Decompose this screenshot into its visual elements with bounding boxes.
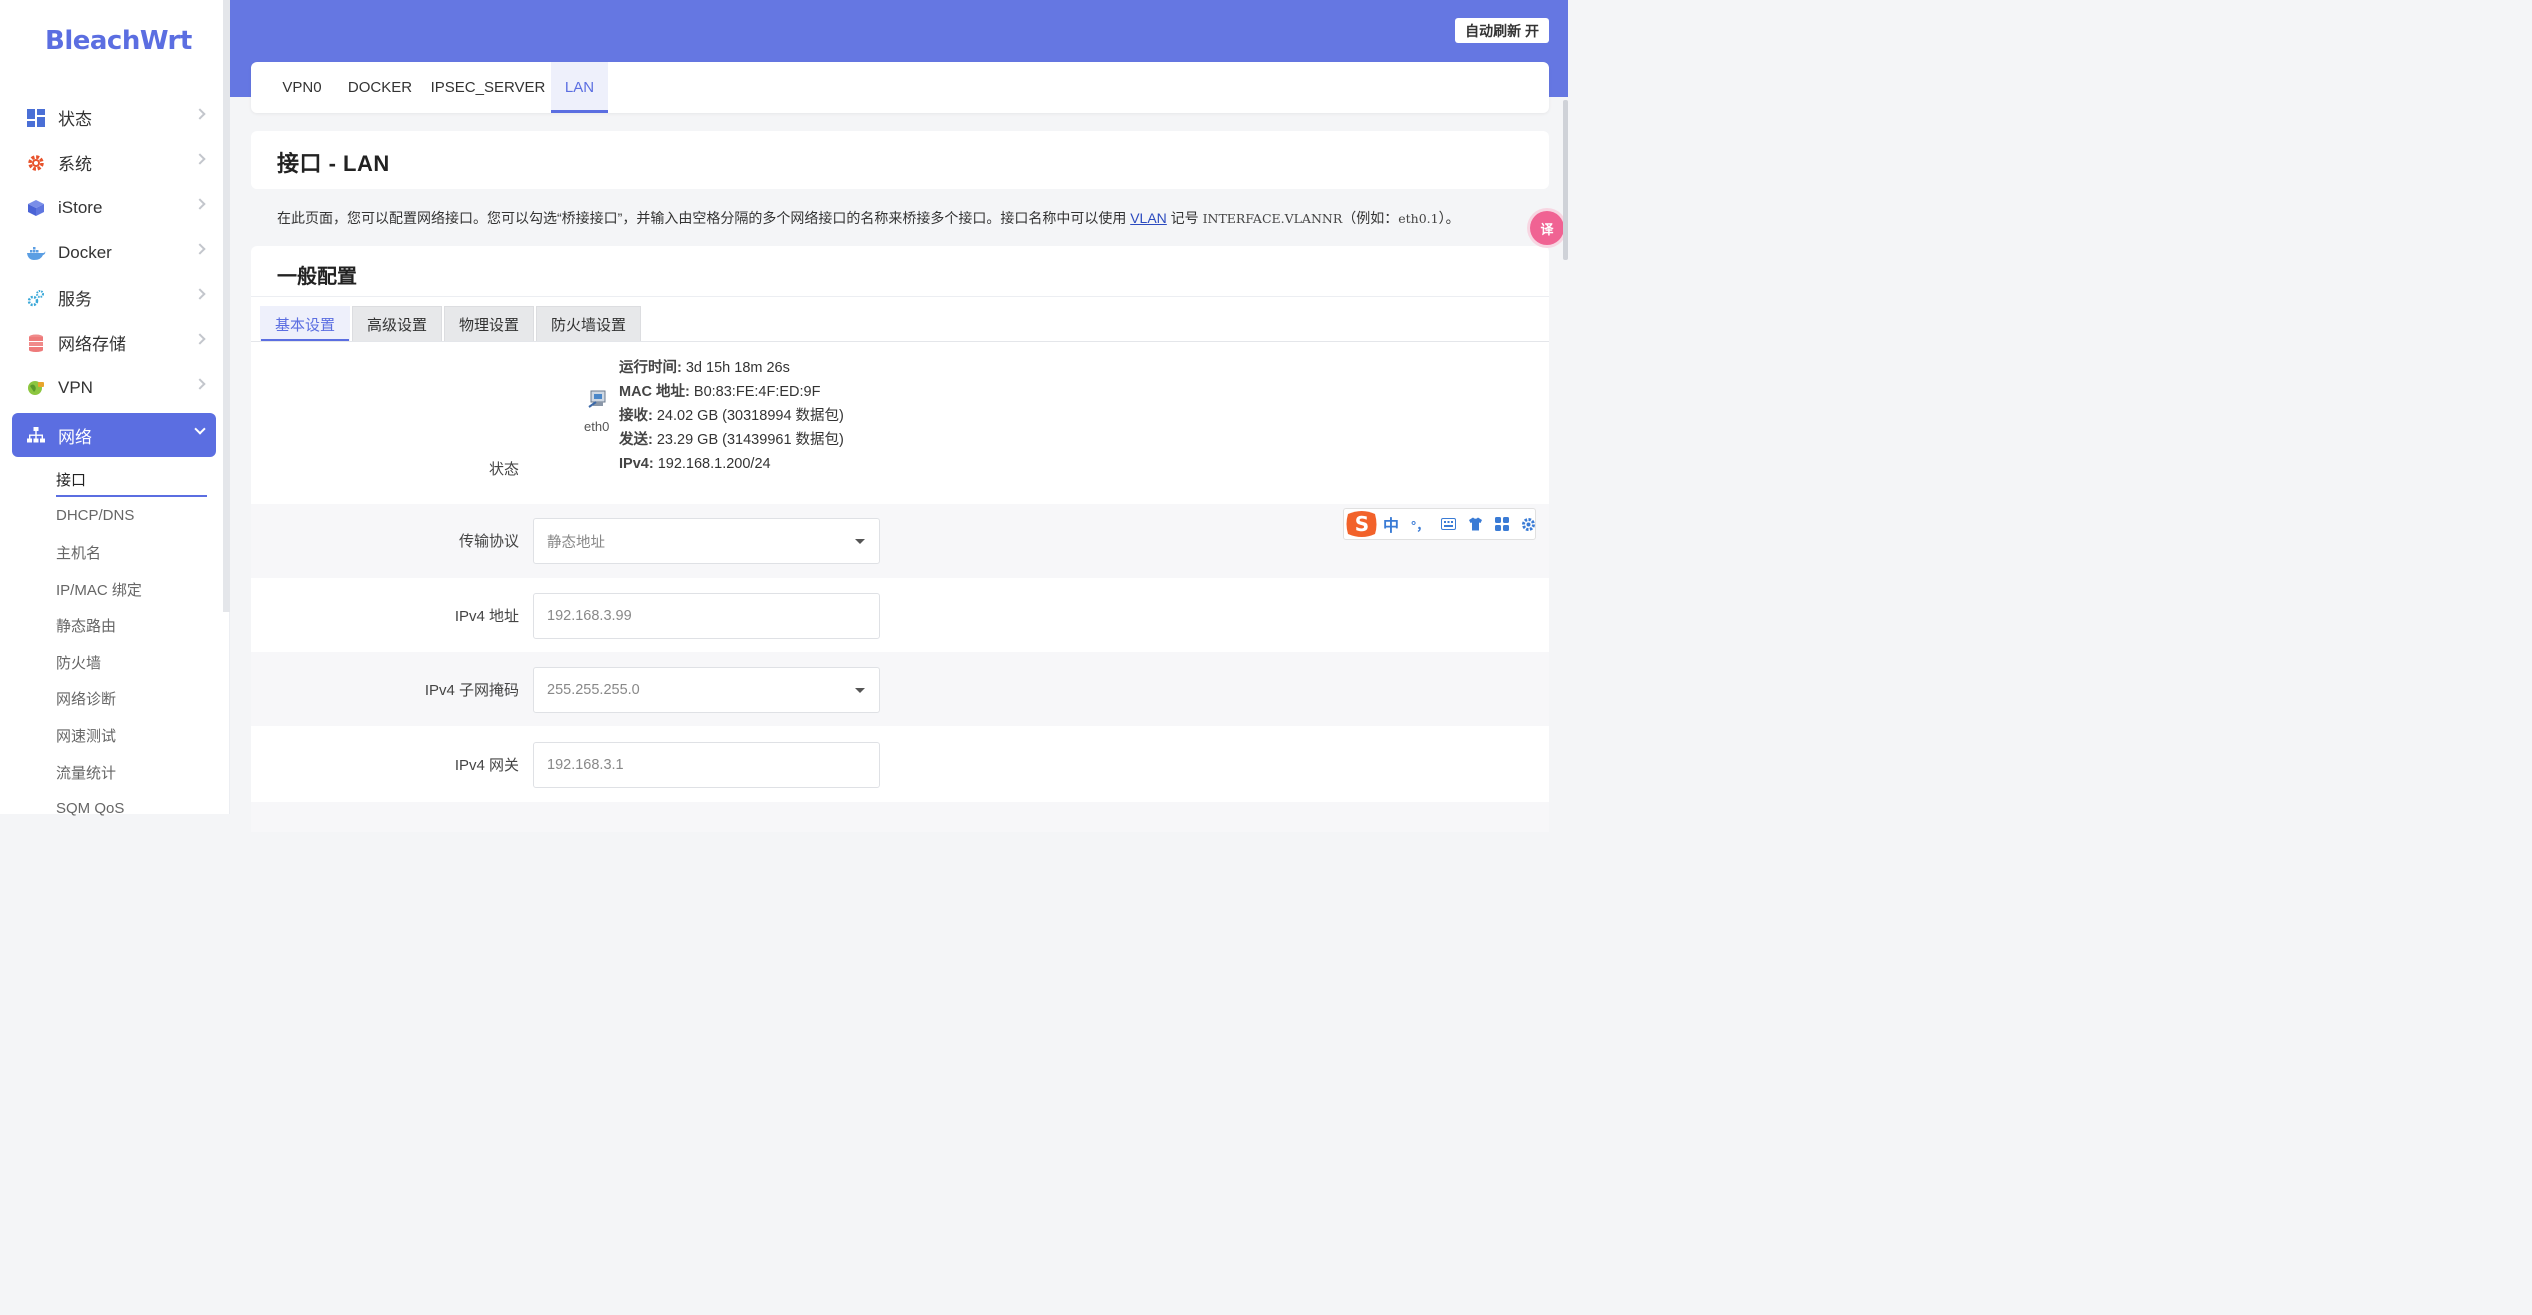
tab-docker[interactable]: DOCKER — [340, 62, 420, 113]
device-name: eth0 — [584, 419, 610, 434]
sidebar: BleachWrt 状态 系统 iStore Docker 服务 网络存储 VP… — [0, 0, 230, 817]
subtab-advanced[interactable]: 高级设置 — [352, 306, 443, 341]
network-tree-icon — [26, 425, 46, 445]
subnav-interfaces[interactable]: 接口 — [12, 461, 216, 498]
chevron-right-icon — [194, 288, 206, 300]
dashboard-icon — [26, 108, 46, 128]
auto-refresh-button[interactable]: 自动刷新 开 — [1455, 18, 1549, 43]
uptime-value: 3d 15h 18m 26s — [681, 360, 790, 376]
tab-ipsec-server[interactable]: IPSEC_SERVER — [429, 62, 547, 113]
sogou-logo-icon[interactable]: S — [1345, 509, 1379, 539]
status-row: 状态 — [251, 342, 1549, 504]
subtab-basic[interactable]: 基本设置 — [260, 306, 351, 342]
settings-icon[interactable] — [1521, 517, 1536, 532]
chevron-right-icon — [194, 198, 206, 210]
subnav-speedtest[interactable]: 网速测试 — [12, 717, 216, 754]
page-description: 在此页面，您可以配置网络接口。您可以勾选“桥接接口”，并输入由空格分隔的多个网络… — [277, 210, 1460, 226]
ipv4-address-input[interactable]: 192.168.3.99 — [533, 593, 880, 639]
chevron-down-icon — [194, 423, 206, 435]
ipv4-value: 192.168.1.200/24 — [653, 456, 771, 472]
sidebar-item-label: 系统 — [58, 155, 92, 174]
sidebar-item-nas[interactable]: 网络存储 — [12, 320, 216, 365]
subnav-dhcp-dns[interactable]: DHCP/DNS — [12, 498, 216, 535]
chevron-right-icon — [194, 108, 206, 120]
chevron-right-icon — [194, 243, 206, 255]
cube-icon — [26, 198, 46, 218]
subnav-ip-mac-binding[interactable]: IP/MAC 绑定 — [12, 571, 216, 608]
protocol-select[interactable]: 静态地址 — [533, 518, 880, 564]
mac-value: B0:83:FE:4F:ED:9F — [689, 384, 821, 400]
subnav-traffic-stats[interactable]: 流量统计 — [12, 754, 216, 791]
network-submenu: 接口 DHCP/DNS 主机名 IP/MAC 绑定 静态路由 防火墙 网络诊断 … — [12, 461, 216, 827]
subnav-sqm-qos[interactable]: SQM QoS — [12, 790, 216, 827]
protocol-label: 传输协议 — [458, 533, 519, 550]
sidebar-item-label: iStore — [58, 197, 103, 217]
ipv4-address-row: IPv4 地址 192.168.3.99 — [251, 578, 1549, 652]
sidebar-item-label: 服务 — [58, 290, 92, 309]
sidebar-item-label: VPN — [58, 377, 93, 397]
page-title: 接口 - LAN — [277, 151, 390, 176]
subnav-static-routes[interactable]: 静态路由 — [12, 607, 216, 644]
docker-whale-icon — [26, 243, 46, 263]
sidebar-item-label: 网络存储 — [58, 335, 126, 354]
gateway-row: IPv4 网关 192.168.3.1 — [251, 726, 1549, 802]
skin-shirt-icon[interactable] — [1468, 517, 1483, 532]
toolbox-grid-icon[interactable] — [1495, 517, 1510, 532]
sidebar-item-istore[interactable]: iStore — [12, 185, 216, 230]
chevron-right-icon — [194, 333, 206, 345]
page-scrollbar[interactable] — [1563, 100, 1568, 260]
title-card: 接口 - LAN — [251, 131, 1549, 189]
svg-text:S: S — [1355, 512, 1369, 536]
rx-value: 24.02 GB (30318994 数据包) — [652, 408, 844, 424]
chevron-right-icon — [194, 153, 206, 165]
sidebar-nav: 状态 系统 iStore Docker 服务 网络存储 VPN 网络 接口 DH… — [12, 95, 216, 827]
sidebar-item-network[interactable]: 网络 — [12, 413, 216, 457]
dropdown-caret-icon — [855, 539, 865, 544]
translate-float-button[interactable]: 译 — [1530, 211, 1564, 245]
status-details: 运行时间: 3d 15h 18m 26s MAC 地址: B0:83:FE:4F… — [619, 360, 844, 472]
next-row — [251, 802, 1549, 832]
sidebar-scrollbar[interactable] — [223, 0, 230, 612]
gateway-label: IPv4 网关 — [454, 757, 519, 774]
tab-lan[interactable]: LAN — [551, 62, 608, 113]
sidebar-item-services[interactable]: 服务 — [12, 275, 216, 320]
interface-tabs: VPN0 DOCKER IPSEC_SERVER LAN — [251, 62, 1549, 113]
ipv4-address-label: IPv4 地址 — [454, 608, 519, 625]
netmask-select[interactable]: 255.255.255.0 — [533, 667, 880, 713]
database-icon — [26, 333, 46, 353]
ethernet-port-icon — [587, 388, 609, 410]
tab-vpn0[interactable]: VPN0 — [269, 62, 335, 113]
divider — [251, 296, 1549, 297]
subnav-diagnostics[interactable]: 网络诊断 — [12, 681, 216, 718]
sidebar-item-docker[interactable]: Docker — [12, 230, 216, 275]
vlan-link[interactable]: VLAN — [1130, 210, 1167, 226]
brand-logo[interactable]: BleachWrt — [45, 26, 192, 56]
section-title: 一般配置 — [277, 266, 357, 288]
keyboard-icon[interactable] — [1441, 517, 1457, 532]
netmask-row: IPv4 子网掩码 255.255.255.0 — [251, 652, 1549, 726]
gear-icon — [26, 153, 46, 173]
ime-toolbar: S 中 °， — [1343, 508, 1536, 540]
ime-language[interactable]: 中 — [1383, 512, 1399, 536]
subtab-physical[interactable]: 物理设置 — [444, 306, 535, 341]
services-gears-icon — [26, 288, 46, 308]
subnav-firewall[interactable]: 防火墙 — [12, 644, 216, 681]
chevron-right-icon — [194, 378, 206, 390]
globe-lock-icon — [26, 378, 46, 398]
sidebar-item-vpn[interactable]: VPN — [12, 365, 216, 410]
sidebar-item-label: 网络 — [58, 427, 92, 447]
sidebar-item-system[interactable]: 系统 — [12, 140, 216, 185]
subtab-firewall[interactable]: 防火墙设置 — [536, 306, 642, 341]
gateway-input[interactable]: 192.168.3.1 — [533, 742, 880, 788]
dropdown-caret-icon — [855, 688, 865, 693]
sidebar-item-status[interactable]: 状态 — [12, 95, 216, 140]
status-label: 状态 — [488, 461, 519, 478]
ime-punctuation[interactable]: °， — [1411, 517, 1429, 533]
sidebar-item-label: Docker — [58, 242, 112, 262]
subnav-hostnames[interactable]: 主机名 — [12, 534, 216, 571]
tx-value: 23.29 GB (31439961 数据包) — [652, 432, 844, 448]
netmask-label: IPv4 子网掩码 — [424, 682, 519, 699]
sidebar-item-label: 状态 — [58, 110, 92, 129]
